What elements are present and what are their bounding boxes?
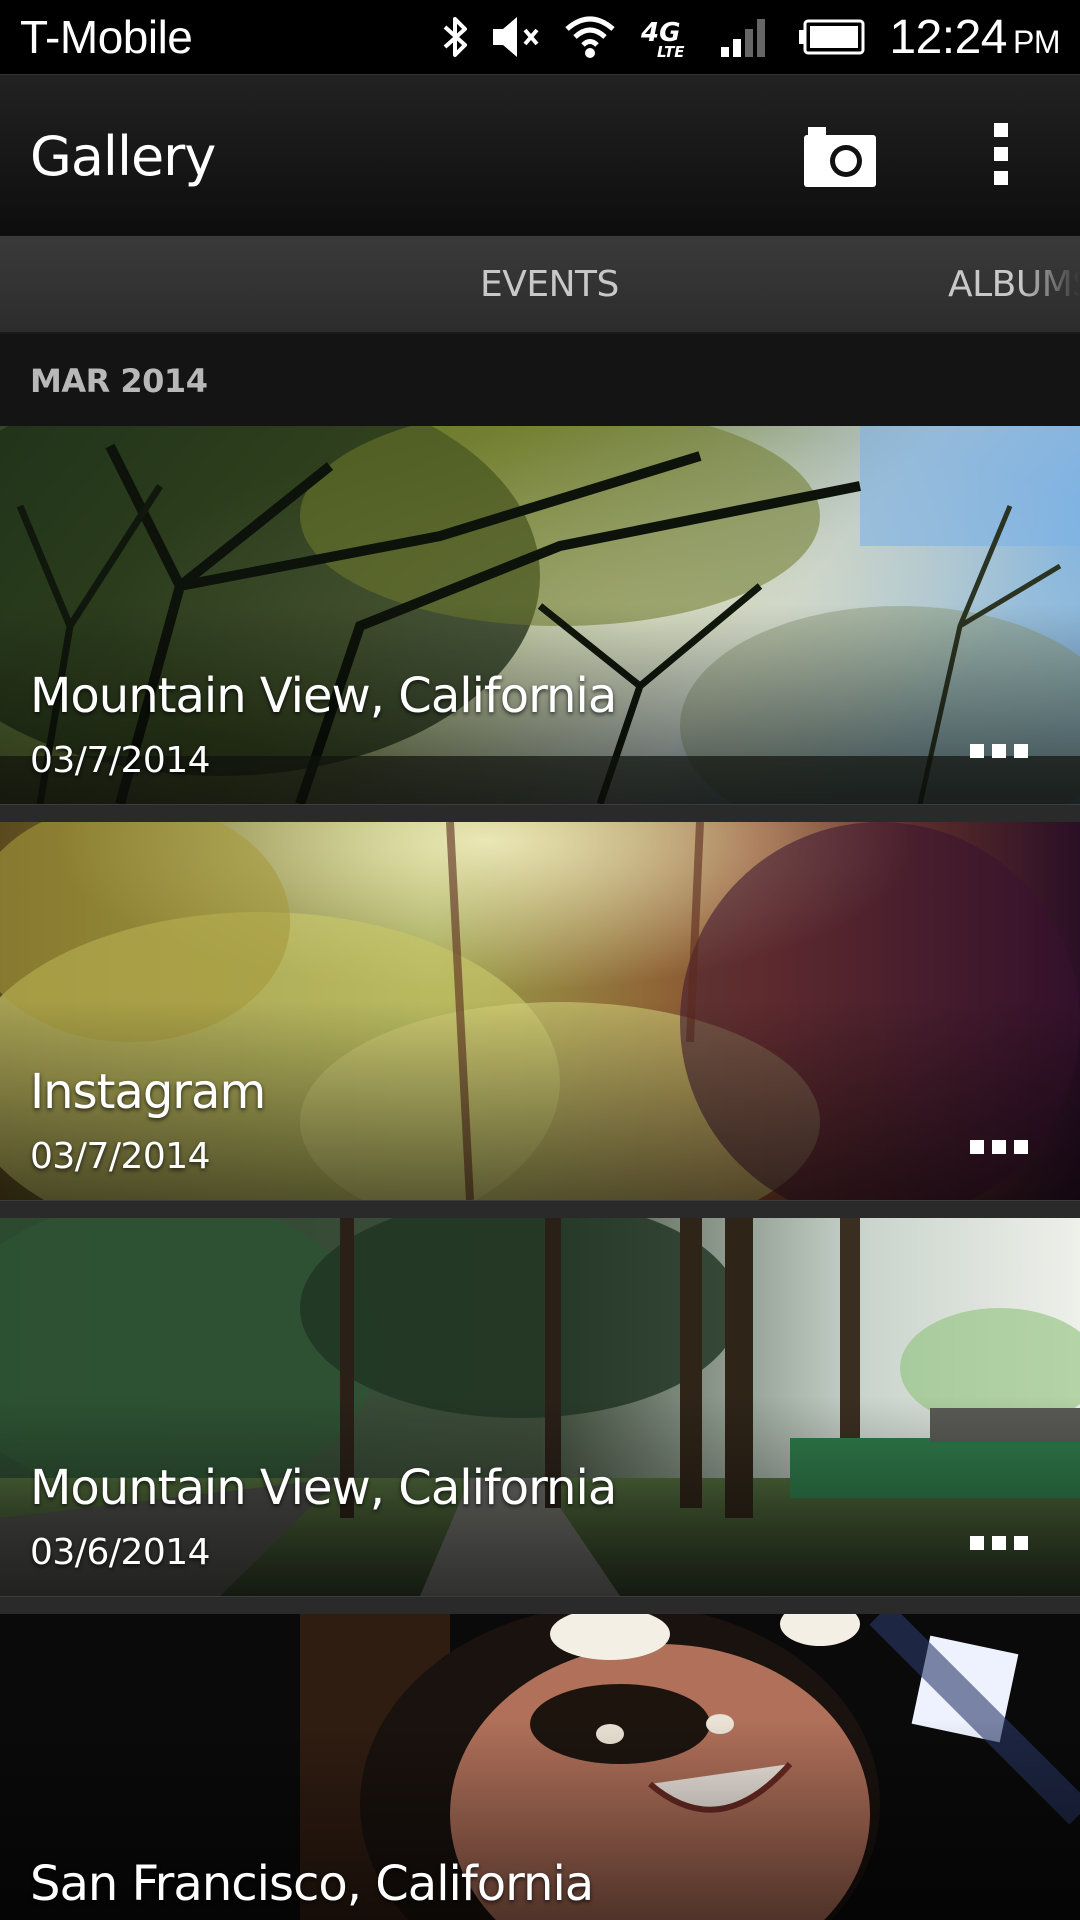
more-options-button[interactable]	[970, 744, 1030, 764]
event-date: 03/7/2014	[30, 740, 211, 781]
tab-bar: EVENTS ALBUMS	[0, 236, 1080, 334]
wifi-icon	[563, 15, 617, 59]
card-divider	[0, 1596, 1080, 1615]
battery-icon	[797, 17, 867, 57]
tab-albums[interactable]: ALBUMS	[948, 264, 1080, 305]
carrier-label: T-Mobile	[20, 11, 193, 63]
camera-button[interactable]	[800, 119, 880, 191]
more-dot-icon	[1014, 744, 1028, 758]
more-dot-icon	[992, 1536, 1006, 1550]
signal-icon	[719, 15, 775, 59]
clock-ampm: PM	[1013, 23, 1061, 60]
status-bar: T-Mobile 4G LTE 12:24 PM	[0, 0, 1080, 74]
event-title: San Francisco, California	[30, 1856, 594, 1912]
event-card[interactable]: Mountain View, California 03/7/2014	[0, 426, 1080, 804]
event-card[interactable]: San Francisco, California	[0, 1614, 1080, 1920]
app-title: Gallery	[30, 125, 216, 188]
event-date: 03/6/2014	[30, 1532, 211, 1573]
clock: 12:24 PM	[889, 10, 1060, 65]
clock-time: 12:24	[889, 10, 1007, 64]
section-header: MAR 2014	[0, 334, 1080, 426]
bluetooth-icon	[441, 13, 469, 61]
card-divider	[0, 1200, 1080, 1219]
more-dot-icon	[992, 744, 1006, 758]
4g-lte-icon: 4G LTE	[639, 15, 697, 59]
more-options-button[interactable]	[970, 1536, 1030, 1556]
section-date-label: MAR 2014	[30, 362, 208, 400]
event-title: Mountain View, California	[30, 1460, 617, 1516]
card-divider	[0, 804, 1080, 823]
event-card[interactable]: Instagram 03/7/2014	[0, 822, 1080, 1200]
tab-events[interactable]: EVENTS	[480, 264, 619, 305]
more-dot-icon	[970, 744, 984, 758]
event-card[interactable]: Mountain View, California 03/6/2014	[0, 1218, 1080, 1596]
svg-text:LTE: LTE	[657, 43, 685, 59]
more-dot-icon	[992, 1140, 1006, 1154]
more-dot-icon	[1014, 1140, 1028, 1154]
more-options-button[interactable]	[970, 1140, 1030, 1160]
status-icons: 4G LTE 12:24 PM	[441, 0, 1061, 74]
overflow-menu-icon	[994, 123, 1008, 185]
more-dot-icon	[970, 1536, 984, 1550]
more-dot-icon	[970, 1140, 984, 1154]
mute-icon	[491, 15, 541, 59]
event-title: Instagram	[30, 1064, 266, 1120]
more-dot-icon	[1014, 1536, 1028, 1550]
overflow-menu-button[interactable]	[990, 119, 1014, 191]
camera-icon	[804, 127, 876, 187]
event-date: 03/7/2014	[30, 1136, 211, 1177]
event-title: Mountain View, California	[30, 668, 617, 724]
action-bar: Gallery	[0, 74, 1080, 235]
